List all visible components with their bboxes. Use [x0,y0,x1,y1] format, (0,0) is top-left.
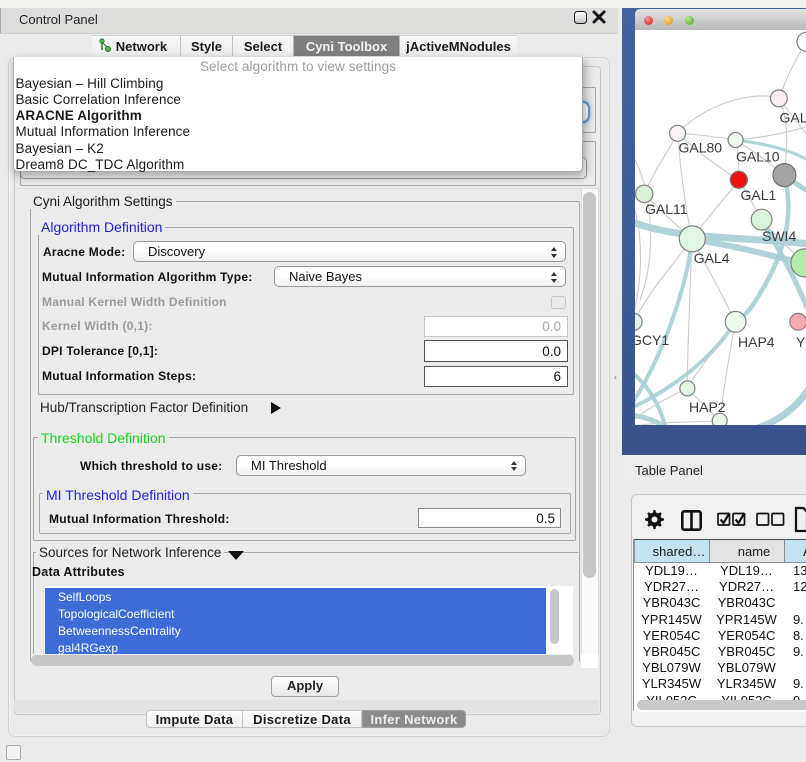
svg-text:HAP4: HAP4 [738,334,775,350]
svg-text:GAL80: GAL80 [679,140,723,156]
svg-text:GAL1: GAL1 [741,187,777,203]
svg-text:GAL11: GAL11 [645,201,688,217]
svg-text:GAL10: GAL10 [736,149,780,165]
svg-text:GAL: GAL [780,110,806,126]
svg-text:SWI4: SWI4 [762,228,796,244]
svg-text:GCY1: GCY1 [635,332,669,348]
svg-text:Y: Y [796,334,806,350]
svg-text:HAP2: HAP2 [689,399,726,415]
svg-text:GAL4: GAL4 [694,250,730,266]
